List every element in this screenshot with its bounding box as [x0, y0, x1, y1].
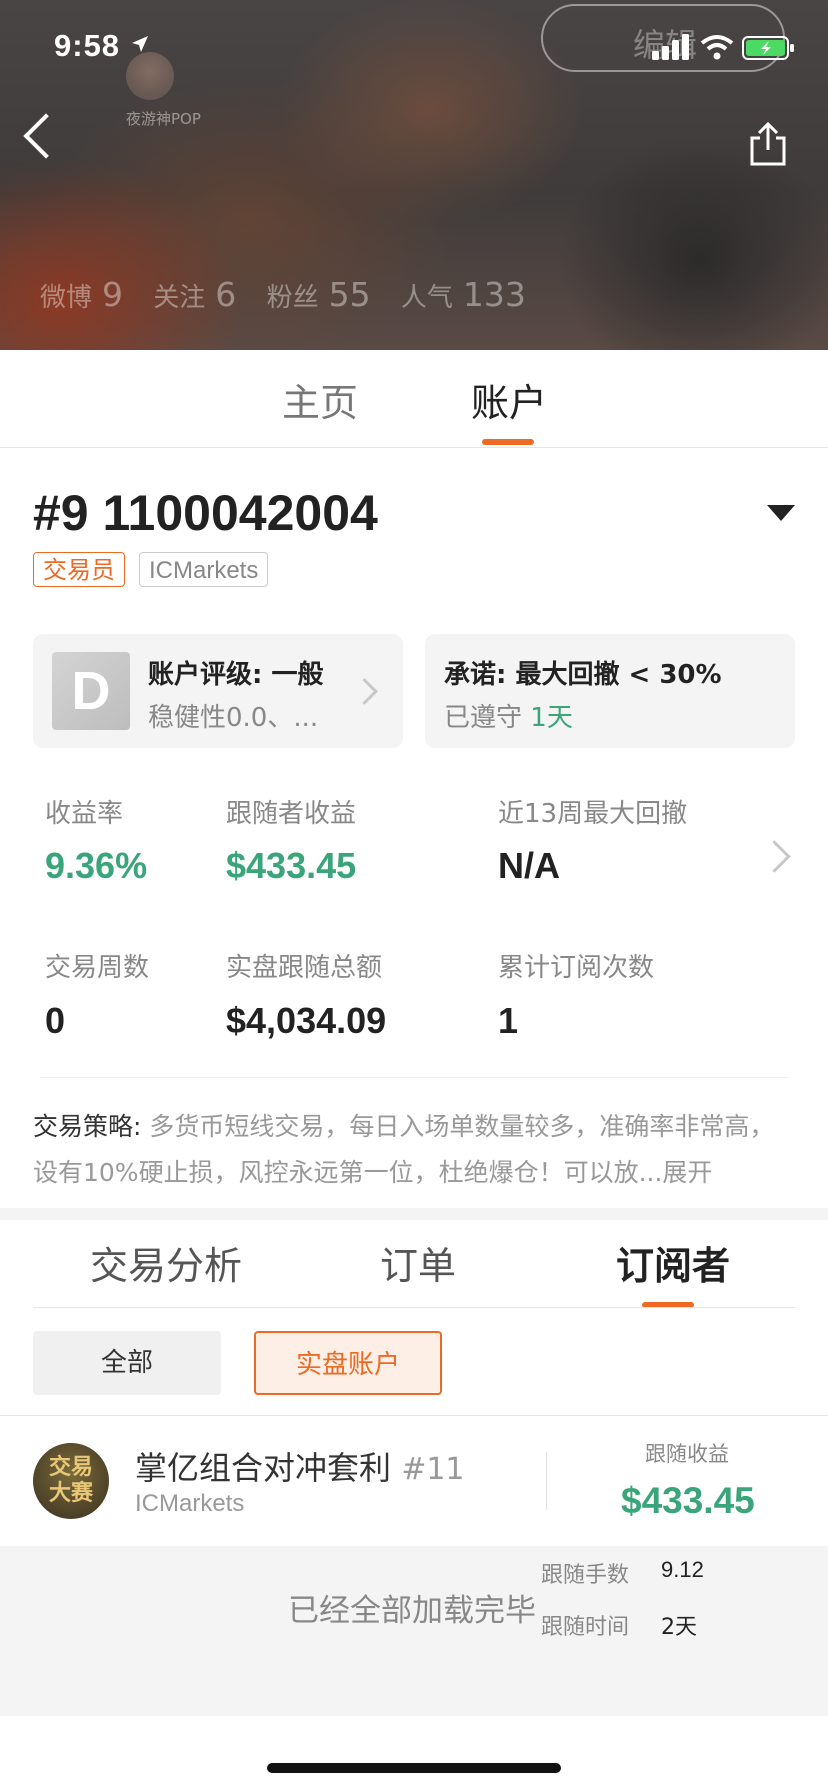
- subscriber-avatar: 交易大赛: [33, 1443, 109, 1519]
- filter-live-account[interactable]: 实盘账户: [254, 1331, 442, 1395]
- back-icon[interactable]: [23, 113, 69, 159]
- divider: [546, 1452, 547, 1510]
- stat-label: 近13周最大回撤: [498, 799, 688, 829]
- expand-link[interactable]: 展开: [662, 1158, 712, 1187]
- nickname: 夜游神POP: [126, 110, 201, 128]
- lots-label: 跟随手数: [541, 1563, 630, 1588]
- strategy-label: 交易策略:: [33, 1112, 142, 1141]
- follow-profit: $433.45: [621, 1480, 755, 1521]
- section-gap: [0, 1208, 828, 1220]
- share-icon[interactable]: [748, 122, 788, 166]
- stat-value: 6: [215, 275, 237, 314]
- subscriber-rank: #11: [401, 1452, 465, 1487]
- broker-tag: ICMarkets: [139, 552, 269, 587]
- promise-days: 1天: [530, 703, 573, 733]
- chevron-right-icon[interactable]: [758, 840, 791, 873]
- tab-subscribers[interactable]: 订阅者: [616, 1235, 730, 1290]
- battery-icon: [742, 36, 794, 60]
- profit-label: 跟随收益: [645, 1442, 729, 1466]
- subscriber-broker: ICMarkets: [135, 1490, 245, 1517]
- trader-tag: 交易员: [33, 552, 125, 587]
- promise-status: 已遵守 1天: [444, 703, 573, 733]
- location-arrow-icon: [131, 36, 148, 52]
- return-rate: 9.36%: [45, 845, 148, 886]
- stat-label: 粉丝: [266, 283, 319, 313]
- follower-profit: $433.45: [226, 845, 357, 886]
- tab-home[interactable]: 主页: [282, 372, 358, 427]
- load-complete-text: 已经全部加载完毕: [288, 1593, 536, 1629]
- rating-badge: D: [52, 652, 130, 730]
- stat-label: 跟随者收益: [226, 799, 357, 829]
- divider: [40, 1077, 788, 1078]
- stat-label: 关注: [153, 283, 206, 313]
- tab-account[interactable]: 账户: [471, 372, 547, 427]
- max-drawdown: N/A: [498, 845, 560, 886]
- time-label: 跟随时间: [541, 1615, 630, 1640]
- subscription-count: 1: [498, 1000, 519, 1041]
- wifi-icon: [700, 35, 734, 60]
- stat-label: 收益率: [45, 799, 124, 829]
- divider: [0, 447, 828, 448]
- tab-orders[interactable]: 订单: [380, 1235, 456, 1290]
- profile-header: 9:58 编辑 夜游神POP 微博 9 关注 6 粉丝 55 人气 133: [0, 0, 828, 350]
- avatar[interactable]: [126, 52, 174, 100]
- stat-value: 55: [328, 275, 371, 314]
- dropdown-caret-icon[interactable]: [767, 505, 795, 521]
- follow-total: $4,034.09: [226, 1000, 387, 1041]
- promise-title: 承诺: 最大回撤 < 30%: [444, 660, 722, 690]
- stat-label: 累计订阅次数: [498, 953, 655, 983]
- signal-icon: [652, 34, 689, 60]
- stat-label: 微博: [40, 283, 93, 313]
- stat-label: 人气: [400, 283, 453, 313]
- rating-subtitle: 稳健性0.0、...: [148, 703, 319, 733]
- divider: [33, 1307, 795, 1308]
- home-indicator[interactable]: [267, 1763, 561, 1773]
- stat-label: 实盘跟随总额: [226, 953, 383, 983]
- subscriber-name[interactable]: 掌亿组合对冲套利 #11: [135, 1443, 465, 1489]
- stat-label: 交易周数: [45, 953, 150, 983]
- tab-underline: [482, 439, 534, 445]
- profile-stats: 微博 9 关注 6 粉丝 55 人气 133: [40, 275, 548, 314]
- divider: [0, 1415, 828, 1416]
- tab-trade-analysis[interactable]: 交易分析: [90, 1235, 242, 1290]
- stat-value: 133: [462, 275, 526, 314]
- trading-weeks: 0: [45, 1000, 66, 1041]
- strategy-text: 交易策略: 多货币短线交易，每日入场单数量较多，准确率非常高，设有10%硬止损，…: [33, 1112, 775, 1187]
- follow-lots: 9.12: [661, 1557, 704, 1582]
- stat-value: 9: [102, 275, 124, 314]
- filter-all[interactable]: 全部: [33, 1331, 221, 1395]
- follow-time: 2天: [661, 1615, 697, 1640]
- rating-title: 账户评级: 一般: [148, 660, 324, 690]
- account-title: #9 1100042004: [33, 485, 378, 541]
